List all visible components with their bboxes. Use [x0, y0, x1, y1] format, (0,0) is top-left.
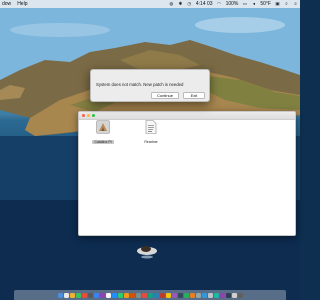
- dock-app-icon[interactable]: [63, 292, 69, 298]
- dock-app-icon[interactable]: [177, 292, 183, 298]
- dock-app-icon[interactable]: [237, 292, 243, 298]
- dock-app-icon[interactable]: [213, 292, 219, 298]
- dock-app-icon[interactable]: [129, 292, 135, 298]
- menu-item-help[interactable]: Help: [17, 1, 27, 7]
- file-item-readme[interactable]: Readme: [140, 120, 162, 144]
- dock-app-icon[interactable]: [57, 292, 63, 298]
- dock-app-icon[interactable]: [231, 292, 237, 298]
- dock-app-icon[interactable]: [201, 292, 207, 298]
- dock-app-icon[interactable]: [183, 292, 189, 298]
- alert-dialog: System does not match. New patch is need…: [90, 69, 210, 102]
- zoom-icon[interactable]: [92, 114, 95, 117]
- dock-app-icon[interactable]: [93, 292, 99, 298]
- dock-app-icon[interactable]: [153, 292, 159, 298]
- volume-icon[interactable]: ◂: [251, 1, 256, 6]
- document-icon: [145, 120, 157, 134]
- finder-titlebar[interactable]: [79, 112, 295, 120]
- dock-app-icon[interactable]: [81, 292, 87, 298]
- menu-bar: dow Help ◍ ✱ ◷ 4:14 03 ◠ 100% ▭ ◂ 50°F ▣…: [0, 0, 300, 8]
- input-menu-icon[interactable]: ▣: [275, 1, 280, 6]
- dock-app-icon[interactable]: [123, 292, 129, 298]
- finder-window[interactable]: Catalina Pt Readme: [78, 111, 296, 236]
- dock-app-icon[interactable]: [195, 292, 201, 298]
- dock-app-icon[interactable]: [159, 292, 165, 298]
- wifi-icon[interactable]: ◠: [217, 1, 222, 6]
- menu-item-window[interactable]: dow: [2, 1, 11, 7]
- temperature-text[interactable]: 50°F: [260, 1, 271, 7]
- app-status-icon[interactable]: ◍: [169, 1, 174, 6]
- time-machine-icon[interactable]: ◷: [187, 1, 192, 6]
- spotlight-icon[interactable]: ⌕: [284, 1, 289, 6]
- file-label-readme: Readme: [144, 140, 158, 144]
- file-label-installer: Catalina Pt: [92, 140, 114, 144]
- dock-app-icon[interactable]: [141, 292, 147, 298]
- dock-app-icon[interactable]: [135, 292, 141, 298]
- dock-app-icon[interactable]: [207, 292, 213, 298]
- dock-app-icon[interactable]: [69, 292, 75, 298]
- dock-app-icon[interactable]: [111, 292, 117, 298]
- dock-app-icon[interactable]: [99, 292, 105, 298]
- dock-app-icon[interactable]: [171, 292, 177, 298]
- dock-app-icon[interactable]: [219, 292, 225, 298]
- battery-percent[interactable]: 100%: [226, 1, 239, 7]
- continue-button[interactable]: Continue: [151, 92, 179, 99]
- dock: [14, 290, 286, 300]
- dock-app-icon[interactable]: [147, 292, 153, 298]
- dock-app-icon[interactable]: [87, 292, 93, 298]
- file-item-installer[interactable]: Catalina Pt: [92, 120, 114, 144]
- battery-icon[interactable]: ▭: [242, 1, 247, 6]
- dock-app-icon[interactable]: [75, 292, 81, 298]
- dock-app-icon[interactable]: [225, 292, 231, 298]
- installer-icon: [96, 120, 110, 134]
- alert-message: System does not match. New patch is need…: [96, 82, 184, 87]
- exit-button[interactable]: Exit: [183, 92, 205, 99]
- dock-app-icon[interactable]: [165, 292, 171, 298]
- dock-app-icon[interactable]: [189, 292, 195, 298]
- control-icon[interactable]: ≡: [293, 1, 298, 6]
- bluetooth-icon[interactable]: ✱: [178, 1, 183, 6]
- dock-app-icon[interactable]: [117, 292, 123, 298]
- close-icon[interactable]: [82, 114, 85, 117]
- dock-app-icon[interactable]: [105, 292, 111, 298]
- minimize-icon[interactable]: [87, 114, 90, 117]
- clock-text[interactable]: 4:14 03: [196, 1, 213, 7]
